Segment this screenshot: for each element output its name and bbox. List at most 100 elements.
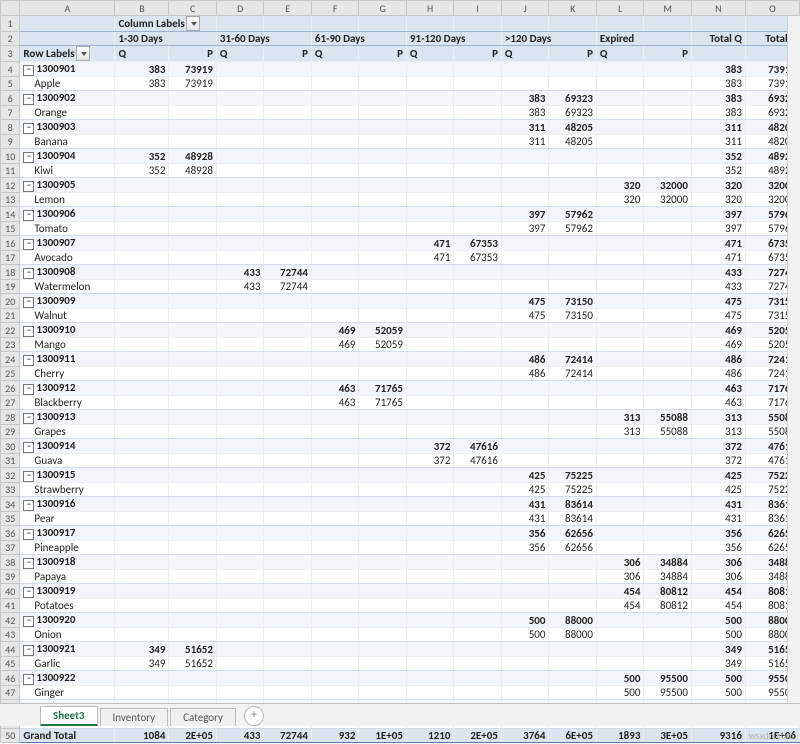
total-q-cell[interactable]: 383 — [691, 106, 745, 120]
value-cell[interactable]: 62656 — [549, 541, 597, 555]
value-cell[interactable] — [549, 323, 597, 338]
row-44[interactable]: 44 — [1, 642, 20, 657]
value-cell[interactable] — [311, 541, 359, 555]
value-cell[interactable] — [596, 526, 644, 541]
value-cell[interactable] — [115, 512, 169, 526]
value-cell[interactable] — [359, 222, 407, 236]
value-cell[interactable] — [169, 309, 217, 323]
value-cell[interactable] — [501, 236, 549, 251]
value-cell[interactable] — [406, 178, 454, 193]
total-q-cell[interactable]: 454 — [691, 584, 745, 599]
row-29[interactable]: 29 — [1, 425, 20, 439]
row-10[interactable]: 10 — [1, 149, 20, 164]
value-cell[interactable] — [115, 178, 169, 193]
value-cell[interactable] — [454, 178, 502, 193]
value-cell[interactable] — [115, 120, 169, 135]
value-cell[interactable] — [454, 309, 502, 323]
value-cell[interactable] — [169, 222, 217, 236]
value-cell[interactable] — [264, 584, 312, 599]
value-cell[interactable] — [169, 193, 217, 207]
value-cell[interactable]: 51652 — [169, 642, 217, 657]
value-cell[interactable] — [264, 323, 312, 338]
value-cell[interactable] — [454, 570, 502, 584]
row-8[interactable]: 8 — [1, 120, 20, 135]
col-A[interactable]: A — [20, 1, 115, 16]
value-cell[interactable] — [264, 338, 312, 352]
row-label[interactable]: −1300920 — [20, 613, 115, 628]
value-cell[interactable] — [501, 599, 549, 613]
value-cell[interactable] — [264, 526, 312, 541]
value-cell[interactable] — [169, 352, 217, 367]
value-cell[interactable] — [264, 468, 312, 483]
value-cell[interactable] — [644, 657, 692, 671]
value-cell[interactable] — [644, 77, 692, 91]
value-cell[interactable] — [359, 410, 407, 425]
total-q-cell[interactable]: 306 — [691, 570, 745, 584]
tab-category[interactable]: Category — [170, 708, 236, 726]
value-cell[interactable] — [115, 526, 169, 541]
value-cell[interactable]: 80812 — [644, 584, 692, 599]
value-cell[interactable] — [115, 671, 169, 686]
value-cell[interactable] — [169, 454, 217, 468]
value-cell[interactable] — [169, 555, 217, 570]
value-cell[interactable]: 383 — [115, 77, 169, 91]
value-cell[interactable] — [311, 149, 359, 164]
value-cell[interactable]: 454 — [596, 584, 644, 599]
value-cell[interactable] — [644, 236, 692, 251]
value-cell[interactable] — [115, 483, 169, 497]
value-cell[interactable]: 500 — [501, 613, 549, 628]
row-39[interactable]: 39 — [1, 570, 20, 584]
value-cell[interactable] — [359, 468, 407, 483]
value-cell[interactable] — [549, 164, 597, 178]
value-cell[interactable] — [115, 91, 169, 106]
value-cell[interactable] — [406, 671, 454, 686]
value-cell[interactable] — [501, 454, 549, 468]
row-42[interactable]: 42 — [1, 613, 20, 628]
value-cell[interactable] — [596, 62, 644, 77]
value-cell[interactable] — [549, 236, 597, 251]
value-cell[interactable] — [549, 193, 597, 207]
value-cell[interactable] — [454, 512, 502, 526]
value-cell[interactable] — [454, 541, 502, 555]
vertical-scrollbar[interactable] — [787, 16, 800, 704]
value-cell[interactable] — [216, 149, 264, 164]
value-cell[interactable]: 469 — [311, 338, 359, 352]
value-cell[interactable] — [644, 613, 692, 628]
total-q-cell[interactable]: 383 — [691, 77, 745, 91]
value-cell[interactable] — [644, 149, 692, 164]
value-cell[interactable] — [169, 323, 217, 338]
value-cell[interactable] — [216, 512, 264, 526]
value-cell[interactable] — [264, 381, 312, 396]
row-label[interactable]: −1300913 — [20, 410, 115, 425]
value-cell[interactable] — [264, 541, 312, 555]
value-cell[interactable] — [115, 497, 169, 512]
total-q-cell[interactable]: 469 — [691, 323, 745, 338]
value-cell[interactable] — [644, 251, 692, 265]
value-cell[interactable] — [264, 512, 312, 526]
value-cell[interactable] — [359, 497, 407, 512]
value-cell[interactable]: 69323 — [549, 106, 597, 120]
value-cell[interactable] — [359, 686, 407, 700]
row-label[interactable]: −1300905 — [20, 178, 115, 193]
col-I[interactable]: I — [454, 1, 502, 16]
value-cell[interactable] — [596, 120, 644, 135]
value-cell[interactable] — [311, 613, 359, 628]
value-cell[interactable] — [264, 352, 312, 367]
value-cell[interactable] — [359, 584, 407, 599]
value-cell[interactable] — [169, 265, 217, 280]
row-50[interactable]: 50 — [1, 729, 20, 743]
value-cell[interactable] — [406, 62, 454, 77]
value-cell[interactable]: 95500 — [644, 686, 692, 700]
row-label[interactable]: −1300922 — [20, 671, 115, 686]
value-cell[interactable] — [216, 77, 264, 91]
value-cell[interactable] — [216, 628, 264, 642]
value-cell[interactable] — [406, 207, 454, 222]
value-cell[interactable] — [216, 251, 264, 265]
row-15[interactable]: 15 — [1, 222, 20, 236]
value-cell[interactable] — [216, 599, 264, 613]
value-cell[interactable] — [115, 555, 169, 570]
value-cell[interactable] — [644, 439, 692, 454]
value-cell[interactable] — [216, 468, 264, 483]
row-label[interactable]: −1300904 — [20, 149, 115, 164]
value-cell[interactable]: 471 — [406, 236, 454, 251]
